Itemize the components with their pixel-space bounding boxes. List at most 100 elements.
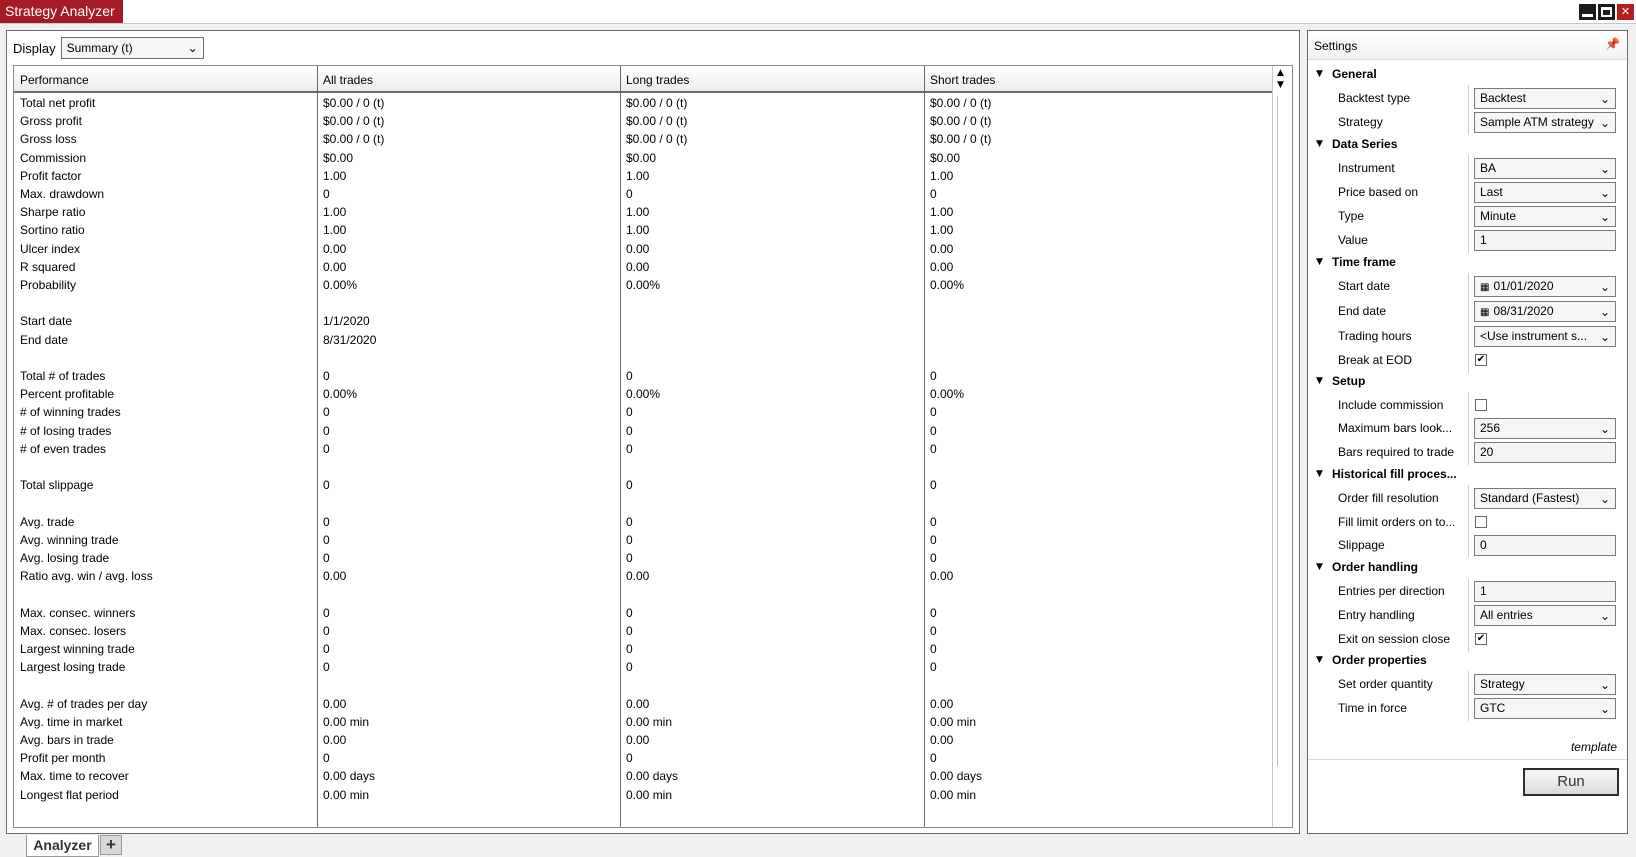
maximize-button[interactable]: [1598, 4, 1615, 20]
table-row: Avg. bars in trade 0.00 0.00 0.00: [14, 731, 1274, 750]
collapse-triangle-icon[interactable]: ▼: [1316, 372, 1323, 390]
property-select[interactable]: Standard (Fastest) ⌄: [1474, 488, 1616, 509]
property-select[interactable]: Backtest ⌄: [1474, 88, 1616, 109]
property-divider: [1468, 155, 1469, 181]
property-select[interactable]: GTC ⌄: [1474, 698, 1616, 719]
metric-value: 0: [323, 605, 330, 620]
settings-section[interactable]: ▼ Historical fill proces...: [1308, 465, 1618, 483]
scroll-up-icon[interactable]: ▲: [1277, 68, 1284, 78]
property-select[interactable]: Last ⌄: [1474, 182, 1616, 203]
collapse-triangle-icon[interactable]: ▼: [1316, 65, 1323, 83]
property-divider: [1468, 85, 1469, 111]
vertical-scrollbar[interactable]: ▲ ▼: [1272, 66, 1292, 827]
property-divider: [1468, 347, 1469, 373]
metric-value: 0: [930, 551, 937, 565]
select-value: Strategy: [1480, 677, 1525, 691]
metric-value: 8/31/2020: [323, 332, 377, 347]
collapse-triangle-icon[interactable]: ▼: [1316, 465, 1323, 483]
metric-value: 0: [930, 514, 937, 529]
metric-label: Profit per month: [20, 751, 106, 766]
metric-label: End date: [20, 332, 69, 347]
column-header[interactable]: Long trades: [620, 66, 924, 93]
metric-value: 0.00: [626, 241, 650, 256]
settings-section[interactable]: ▼ Data Series: [1308, 135, 1618, 153]
property-select[interactable]: BA ⌄: [1474, 158, 1616, 179]
metric-value: 0: [626, 478, 633, 493]
title-bar: Strategy Analyzer ✕: [0, 0, 1636, 24]
collapse-triangle-icon[interactable]: ▼: [1316, 651, 1323, 669]
collapse-triangle-icon[interactable]: ▼: [1316, 253, 1323, 271]
property-checkbox[interactable]: [1475, 399, 1487, 411]
settings-section[interactable]: ▼ General: [1308, 65, 1618, 83]
chevron-down-icon: ⌄: [1599, 305, 1610, 319]
chevron-down-icon: ⌄: [1599, 186, 1610, 200]
column-header[interactable]: Short trades: [924, 66, 1224, 93]
property-checkbox[interactable]: ✔: [1475, 633, 1487, 645]
collapse-triangle-icon[interactable]: ▼: [1316, 135, 1323, 153]
metric-label: Max. consec. losers: [20, 623, 127, 638]
select-value: 08/31/2020: [1493, 304, 1554, 318]
calendar-icon[interactable]: ▦: [1480, 307, 1489, 318]
settings-section[interactable]: ▼ Order properties: [1308, 651, 1618, 669]
table-row: End date 8/31/2020: [14, 331, 1274, 350]
close-button[interactable]: ✕: [1617, 4, 1634, 20]
property-checkbox[interactable]: ✔: [1475, 354, 1487, 366]
metric-value: 0.00: [930, 733, 954, 747]
property-input[interactable]: 1: [1474, 581, 1616, 602]
metric-value: 0: [626, 551, 633, 565]
settings-property: Strategy Sample ATM strategy ⌄: [1308, 109, 1618, 135]
metric-label: Max. consec. winners: [20, 605, 136, 620]
property-label: Set order quantity: [1338, 677, 1433, 691]
property-input[interactable]: 20: [1474, 442, 1616, 463]
metric-value: 0.00 days: [323, 769, 376, 784]
pin-icon[interactable]: 📌: [1605, 37, 1620, 51]
calendar-icon[interactable]: ▦: [1480, 282, 1489, 293]
property-select[interactable]: Sample ATM strategy ⌄: [1474, 112, 1616, 133]
property-divider: [1468, 109, 1469, 135]
metric-value: 0: [930, 642, 937, 656]
table-row: [14, 494, 1274, 513]
run-button[interactable]: Run: [1523, 768, 1619, 796]
column-header[interactable]: Performance: [14, 66, 317, 93]
date-picker[interactable]: ▦ 01/01/2020 ⌄: [1474, 276, 1616, 297]
table-row: Max. drawdown 0 0 0: [14, 185, 1274, 204]
table-row: Gross profit $0.00 / 0 (t) $0.00 / 0 (t) $0…: [14, 112, 1274, 131]
metric-label: Largest winning trade: [20, 642, 135, 656]
collapse-triangle-icon[interactable]: ▼: [1316, 558, 1323, 576]
property-select[interactable]: Strategy ⌄: [1474, 674, 1616, 695]
settings-property: Time in force GTC ⌄: [1308, 695, 1618, 721]
metric-label: Total # of trades: [20, 369, 106, 383]
minimize-button[interactable]: [1579, 4, 1596, 20]
property-select[interactable]: Minute ⌄: [1474, 206, 1616, 227]
tab-analyzer[interactable]: Analyzer: [26, 835, 99, 857]
property-input[interactable]: 0: [1474, 535, 1616, 556]
column-header[interactable]: All trades: [317, 66, 620, 93]
metric-value: 0.00: [626, 696, 650, 711]
property-select[interactable]: <Use instrument s... ⌄: [1474, 326, 1616, 347]
metric-value: 0.00 min: [626, 714, 673, 729]
settings-section[interactable]: ▼ Time frame: [1308, 253, 1618, 271]
scrollbar-thumb[interactable]: [1277, 96, 1288, 766]
property-select[interactable]: All entries ⌄: [1474, 605, 1616, 626]
property-input[interactable]: 1: [1474, 230, 1616, 251]
date-picker[interactable]: ▦ 08/31/2020 ⌄: [1474, 301, 1616, 322]
property-divider: [1468, 485, 1469, 511]
add-tab-button[interactable]: +: [100, 835, 122, 855]
settings-section[interactable]: ▼ Setup: [1308, 372, 1618, 390]
property-select[interactable]: 256 ⌄: [1474, 418, 1616, 439]
chevron-down-icon: ⌄: [1599, 210, 1610, 224]
metric-label: [14, 585, 317, 604]
metric-value: $0.00 / 0 (t): [323, 132, 385, 147]
settings-section[interactable]: ▼ Order handling: [1308, 558, 1618, 576]
template-link[interactable]: template: [1571, 740, 1617, 754]
scroll-down-icon[interactable]: ▼: [1277, 80, 1284, 90]
metric-value: 0.00%: [626, 278, 661, 292]
metric-value: 0: [930, 187, 937, 201]
select-value: Sample ATM strategy: [1480, 115, 1594, 129]
metric-value: 0.00%: [626, 387, 661, 402]
metric-value: 0: [323, 532, 330, 547]
display-select[interactable]: Summary (t) ⌄: [60, 37, 204, 59]
section-title: Data Series: [1332, 137, 1398, 151]
property-checkbox[interactable]: [1475, 516, 1487, 528]
metric-value: [924, 294, 1224, 313]
